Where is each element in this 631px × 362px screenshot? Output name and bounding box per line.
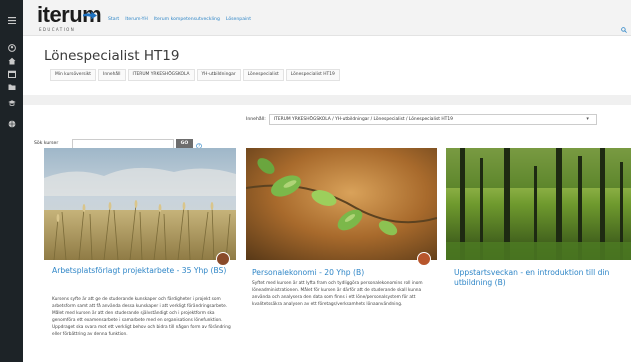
category-select-value: ITERUM YRKESHÖGSKOLA / YH-utbildningar /… xyxy=(273,117,453,122)
course-image-grass[interactable] xyxy=(44,148,236,260)
course-title-link[interactable]: Uppstartsveckan - en introduktion till d… xyxy=(454,268,630,287)
chevron-down-icon: ▾ xyxy=(586,116,589,122)
course-listing: Innehåll: ITERUM YRKESHÖGSKOLA / YH-utbi… xyxy=(34,105,631,362)
course-card[interactable]: Arbetsplatsförlagt projektarbete - 35 Yh… xyxy=(44,148,236,362)
course-image-forest[interactable] xyxy=(446,148,631,260)
category-select[interactable]: ITERUM YRKESHÖGSKOLA / YH-utbildningar /… xyxy=(268,114,597,125)
category-filter-label: Innehåll: xyxy=(246,117,266,122)
course-title-link[interactable]: Personalekonomi - 20 Yhp (B) xyxy=(252,268,428,278)
home-icon[interactable] xyxy=(3,55,20,67)
go-button[interactable]: GO xyxy=(176,138,193,149)
page-header: Lönespecialist HT19 Min kursöversikt Inn… xyxy=(34,43,631,95)
breadcrumb-item[interactable]: Min kursöversikt xyxy=(50,69,97,81)
logo-subtitle: EDUCATION xyxy=(39,27,76,32)
nav-link-losenpaint[interactable]: Lösenpaint xyxy=(226,17,251,22)
search-label: Sök kurser xyxy=(34,141,59,146)
teacher-avatar[interactable] xyxy=(216,252,230,266)
course-card[interactable]: Uppstartsveckan - en introduktion till d… xyxy=(446,148,631,362)
top-navigation: Start Iterum-YH Iterum kompetensutveckli… xyxy=(108,17,251,22)
search-input[interactable] xyxy=(72,138,174,149)
category-filter: Innehåll: ITERUM YRKESHÖGSKOLA / YH-utbi… xyxy=(246,114,597,125)
page-title: Lönespecialist HT19 xyxy=(44,48,180,64)
globe-icon[interactable] xyxy=(3,118,20,130)
nav-link-kompetensutveckling[interactable]: Iterum kompetensutveckling xyxy=(154,17,220,22)
nav-link-start[interactable]: Start xyxy=(108,17,119,22)
course-description: Kursens syfte är att ge de studerande ku… xyxy=(52,297,231,338)
breadcrumb-item[interactable]: ITERUM YRKESHÖGSKOLA xyxy=(127,69,195,81)
calendar-icon[interactable] xyxy=(3,68,20,80)
folder-icon[interactable] xyxy=(3,81,20,93)
breadcrumb-item[interactable]: Lönespecialist HT19 xyxy=(285,69,340,81)
left-navigation-rail xyxy=(0,0,23,362)
logo-arrow-icon xyxy=(83,11,97,20)
divider-band xyxy=(23,95,631,105)
teacher-avatar[interactable] xyxy=(417,252,431,266)
graduation-cap-icon[interactable] xyxy=(3,97,20,109)
breadcrumb: Min kursöversikt Innehåll ITERUM YRKESHÖ… xyxy=(50,69,340,81)
breadcrumb-item[interactable]: YH-utbildningar xyxy=(196,69,241,81)
course-description: Syftet med kursen är att lyfta fram och … xyxy=(252,281,423,308)
nav-link-iterum-yh[interactable]: Iterum-YH xyxy=(125,17,148,22)
hamburger-icon[interactable] xyxy=(3,14,20,26)
iterum-logo[interactable]: iterum EDUCATION xyxy=(37,3,102,35)
breadcrumb-item[interactable]: Lönespecialist xyxy=(242,69,284,81)
user-circle-icon[interactable] xyxy=(3,42,20,54)
course-title-link[interactable]: Arbetsplatsförlagt projektarbete - 35 Yh… xyxy=(52,266,228,276)
top-header: iterum EDUCATION Start Iterum-YH Iterum … xyxy=(23,0,631,36)
course-image-leaves[interactable] xyxy=(246,148,437,260)
search-icon[interactable] xyxy=(621,18,627,37)
course-card[interactable]: Personalekonomi - 20 Yhp (B) Syftet med … xyxy=(246,148,437,362)
breadcrumb-item[interactable]: Innehåll xyxy=(98,69,126,81)
